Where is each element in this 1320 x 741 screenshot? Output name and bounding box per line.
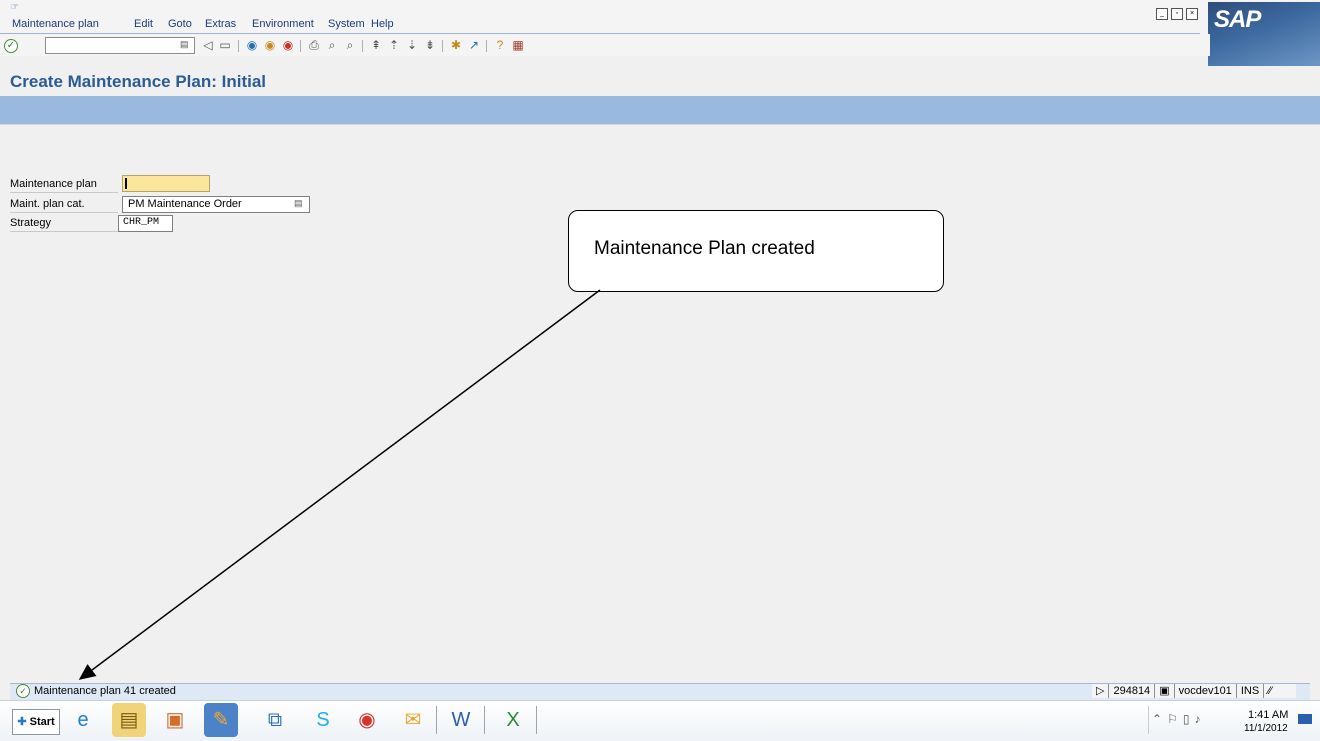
close-icon[interactable]: × (1186, 8, 1198, 20)
divider (0, 124, 1320, 125)
find-icon[interactable]: ⌕ (324, 37, 340, 53)
start-button[interactable]: ✚ Start (12, 709, 60, 735)
skype-icon[interactable]: S (306, 703, 340, 737)
menu-maintenance-plan[interactable]: Maintenance plan (12, 18, 99, 30)
label-underline (10, 212, 118, 213)
show-hidden-icon[interactable]: ⌃ (1152, 712, 1167, 726)
find-next-icon[interactable]: ⌕ (342, 37, 358, 53)
show-desktop-icon[interactable] (1298, 714, 1312, 724)
maximize-icon[interactable]: ▫ (1171, 8, 1183, 20)
success-icon: ✓ (16, 684, 30, 698)
menu-goto[interactable]: Goto (168, 18, 192, 30)
menu-system[interactable]: System (328, 18, 365, 30)
taskbar-separator (536, 706, 539, 734)
chrome-icon[interactable]: ◉ (350, 703, 384, 737)
sap-menu-icon[interactable]: ☞ (10, 2, 19, 13)
resize-grip-icon[interactable]: ⁄⁄ (1263, 684, 1297, 698)
save-icon[interactable]: ▭ (217, 37, 233, 53)
page-title: Create Maintenance Plan: Initial (10, 72, 267, 91)
strategy-label: Strategy (10, 217, 51, 229)
label-underline (10, 192, 118, 193)
word-icon[interactable]: W (444, 703, 478, 737)
new-session-icon[interactable]: ✱ (448, 37, 464, 53)
command-dropdown-icon[interactable]: ▤ (180, 39, 189, 50)
taskbar-separator (436, 706, 439, 734)
server-name: vocdev101 (1173, 684, 1236, 698)
last-page-icon[interactable]: ⇟ (422, 37, 438, 53)
toolbar-separator (238, 40, 239, 52)
taskbar-separator (484, 706, 487, 734)
menu-edit[interactable]: Edit (134, 18, 153, 30)
shortcut-icon[interactable]: ↗ (466, 37, 482, 53)
cancel-icon[interactable]: ◉ (280, 37, 296, 53)
previous-icon[interactable]: ◁ (200, 37, 216, 53)
exit-icon[interactable]: ◉ (262, 37, 278, 53)
print-icon[interactable]: ⎙ (306, 37, 322, 53)
status-message: Maintenance plan 41 created (34, 685, 176, 697)
media-player-icon[interactable]: ▣ (158, 703, 192, 737)
application-toolbar (0, 96, 1320, 124)
maint-plan-cat-label: Maint. plan cat. (10, 198, 85, 210)
clock-time[interactable]: 1:41 AM (1248, 709, 1288, 721)
maint-plan-cat-value: PM Maintenance Order (128, 198, 242, 210)
menu-bar (0, 0, 1320, 34)
windows-flag-icon: ✚ (17, 716, 27, 728)
outlook-icon[interactable]: ✉ (396, 703, 430, 737)
maintenance-plan-input[interactable] (122, 175, 210, 192)
sap-logon-icon[interactable]: ✎ (204, 703, 238, 737)
excel-icon[interactable]: X (496, 703, 530, 737)
clock-date[interactable]: 11/1/2012 (1244, 723, 1288, 734)
sap-logo: SAP (1208, 2, 1320, 66)
toolbar-separator (442, 40, 443, 52)
help-icon[interactable]: ? (492, 37, 508, 53)
minimize-icon[interactable]: _ (1156, 8, 1168, 20)
maintenance-plan-label: Maintenance plan (10, 178, 97, 190)
file-explorer-icon[interactable]: ▤ (112, 703, 146, 737)
toolbar-separator (362, 40, 363, 52)
system-info: ▷ 294814 ▣ vocdev101 INS ⁄⁄ (1092, 684, 1297, 698)
dropdown-icon[interactable]: ▤ (294, 198, 303, 209)
menu-extras[interactable]: Extras (205, 18, 236, 30)
toolbar-separator (300, 40, 301, 52)
window-controls: _ ▫ × (1156, 8, 1198, 20)
tray-icons[interactable]: ⌃⚐▯♪ (1152, 712, 1205, 726)
start-label: Start (29, 716, 55, 728)
server-icon[interactable]: ▣ (1154, 684, 1174, 698)
first-page-icon[interactable]: ⇞ (368, 37, 384, 53)
next-page-icon[interactable]: ⇣ (404, 37, 420, 53)
back-icon[interactable]: ◉ (244, 37, 260, 53)
callout-text: Maintenance Plan created (594, 238, 815, 259)
insert-mode: INS (1235, 684, 1264, 698)
remote-app-icon[interactable]: ⧉ (258, 703, 292, 737)
previous-page-icon[interactable]: ⇡ (386, 37, 402, 53)
menu-environment[interactable]: Environment (252, 18, 314, 30)
action-center-icon[interactable]: ⚐ (1167, 712, 1183, 726)
session-number: 294814 (1108, 684, 1155, 698)
volume-icon[interactable]: ♪ (1194, 712, 1205, 726)
network-icon[interactable]: ▯ (1183, 712, 1195, 726)
internet-explorer-icon[interactable]: e (66, 703, 100, 737)
label-underline (10, 231, 118, 232)
menu-help[interactable]: Help (371, 18, 394, 30)
command-field[interactable] (45, 37, 195, 54)
enter-icon[interactable]: ✓ (4, 39, 18, 53)
sap-logo-text: SAP (1214, 6, 1261, 33)
expand-status-icon[interactable]: ▷ (1092, 684, 1109, 698)
taskbar (0, 700, 1320, 741)
strategy-value: CHR_PM (123, 217, 160, 228)
text-cursor (125, 178, 127, 189)
layout-menu-icon[interactable]: ▦ (510, 37, 526, 53)
toolbar-separator (486, 40, 487, 52)
